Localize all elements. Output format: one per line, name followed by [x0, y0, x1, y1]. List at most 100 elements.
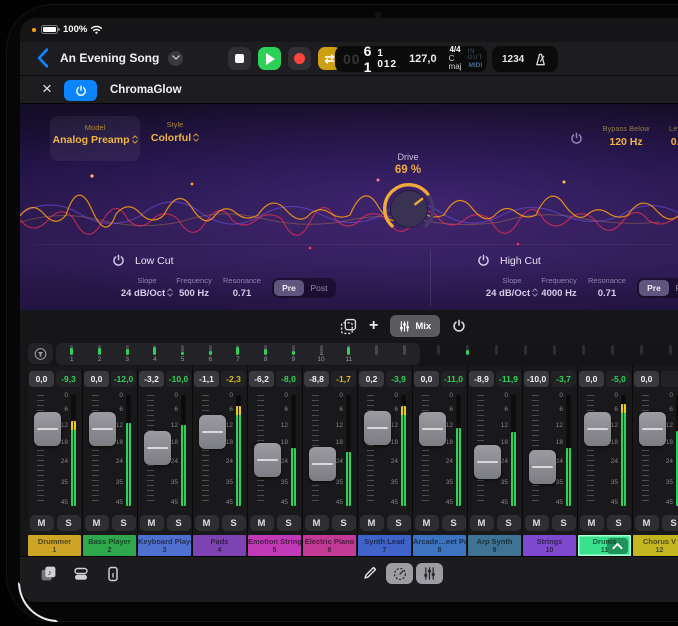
- fader-cap[interactable]: [89, 412, 116, 446]
- song-title[interactable]: An Evening Song: [60, 51, 159, 65]
- lcd-display[interactable]: 00 6 1 1 012 127,0 4/4 C maj IN OUT MIDI: [335, 46, 487, 72]
- add-track-button[interactable]: +: [369, 317, 378, 335]
- channel-volume-value[interactable]: -3,2: [139, 371, 164, 387]
- fader-cap[interactable]: [34, 412, 61, 446]
- channel-volume-value[interactable]: -8,8: [304, 371, 329, 387]
- tempo-value[interactable]: 127,0: [409, 53, 437, 65]
- channel-fader[interactable]: 06 1218 2435 45: [413, 391, 467, 512]
- track-name-tile[interactable]: Strings 10: [523, 535, 576, 556]
- track-name-tile[interactable]: Synth Lead 7: [358, 535, 411, 556]
- fader-cap[interactable]: [474, 445, 501, 479]
- solo-button[interactable]: S: [57, 515, 81, 531]
- channel-fader[interactable]: 06 1218 2435 45: [248, 391, 302, 512]
- post-button[interactable]: Post: [304, 280, 334, 296]
- high-cut-resonance[interactable]: Resonance 0.71: [579, 276, 635, 299]
- plugin-power-button[interactable]: [64, 80, 97, 101]
- duplicate-button[interactable]: [340, 318, 357, 335]
- solo-button[interactable]: S: [497, 515, 521, 531]
- post-button[interactable]: Post: [669, 280, 678, 296]
- stop-button[interactable]: [228, 47, 251, 70]
- fader-cap[interactable]: [529, 450, 556, 484]
- channel-volume-value[interactable]: 0,0: [414, 371, 439, 387]
- solo-button[interactable]: S: [332, 515, 356, 531]
- time-sig-key[interactable]: 4/4 C maj: [449, 46, 462, 72]
- fader-cap[interactable]: [309, 447, 336, 481]
- channel-fader[interactable]: 06 1218 2435 45: [28, 391, 82, 512]
- mute-button[interactable]: M: [195, 515, 219, 531]
- channel-volume-value[interactable]: -8,9: [469, 371, 494, 387]
- channel-volume-value[interactable]: -1,1: [194, 371, 219, 387]
- mute-button[interactable]: M: [525, 515, 549, 531]
- channel-volume-value[interactable]: -6,2: [249, 371, 274, 387]
- track-name-tile[interactable]: Drummer 1: [28, 535, 81, 556]
- channel-fader[interactable]: 06 1218 2435 45: [193, 391, 247, 512]
- fader-cap[interactable]: [584, 412, 611, 446]
- track-name-tile[interactable]: Electric Piano 6: [303, 535, 356, 556]
- fader-cap[interactable]: [364, 411, 391, 445]
- channel-volume-value[interactable]: 0,0: [579, 371, 604, 387]
- solo-button[interactable]: S: [112, 515, 136, 531]
- solo-button[interactable]: S: [387, 515, 411, 531]
- channel-fader[interactable]: 06 1218 2435 45: [358, 391, 412, 512]
- collapse-stack-button[interactable]: [607, 538, 628, 554]
- pre-button[interactable]: Pre: [639, 280, 669, 296]
- low-cut-resonance[interactable]: Resonance 0.71: [214, 276, 270, 299]
- solo-button[interactable]: S: [277, 515, 301, 531]
- channel-fader[interactable]: 06 1218 2435 45: [578, 391, 632, 512]
- model-selector[interactable]: Model Analog Preamp: [50, 116, 140, 161]
- level-control[interactable]: Level 0.0: [648, 124, 678, 148]
- play-surface-button[interactable]: [105, 566, 121, 582]
- count-in-button[interactable]: 1234: [502, 54, 524, 65]
- metronome-button[interactable]: [533, 52, 548, 67]
- track-name-tile[interactable]: Arcade…eet Pad 8: [413, 535, 466, 556]
- channel-fader[interactable]: 06 1218 2435 45: [303, 391, 357, 512]
- edit-pencil-button[interactable]: [362, 565, 378, 581]
- track-name-tile[interactable]: Arp Synth 9: [468, 535, 521, 556]
- fader-cap[interactable]: [199, 415, 226, 449]
- channel-volume-value[interactable]: 0,0: [29, 371, 54, 387]
- high-cut-power-icon[interactable]: [477, 254, 490, 267]
- channel-volume-value[interactable]: -10,0: [524, 371, 549, 387]
- track-name-tile[interactable]: Pads 4: [193, 535, 246, 556]
- loops-button[interactable]: [73, 566, 89, 582]
- mute-button[interactable]: M: [305, 515, 329, 531]
- style-selector[interactable]: Style Colorful: [142, 120, 208, 144]
- channel-volume-value[interactable]: 0,2: [359, 371, 384, 387]
- browser-button[interactable]: [40, 565, 57, 582]
- channel-volume-value[interactable]: 0,0: [634, 371, 659, 387]
- channel-fader[interactable]: 06 1218 2435 45: [633, 391, 678, 512]
- channel-fader[interactable]: 06 1218 2435 45: [83, 391, 137, 512]
- track-name-tile[interactable]: Emotion Strings 5: [248, 535, 301, 556]
- channel-fader[interactable]: 06 1218 2435 45: [523, 391, 577, 512]
- overview-outside[interactable]: [424, 343, 678, 365]
- solo-button[interactable]: S: [662, 515, 678, 531]
- faders-view-button[interactable]: [416, 563, 443, 584]
- mute-button[interactable]: M: [415, 515, 439, 531]
- song-menu-button[interactable]: [168, 51, 183, 66]
- drive-knob[interactable]: [378, 176, 440, 238]
- mute-button[interactable]: M: [360, 515, 384, 531]
- bypass-power-icon[interactable]: [570, 132, 583, 145]
- mute-button[interactable]: M: [250, 515, 274, 531]
- back-button[interactable]: [36, 48, 50, 68]
- mute-button[interactable]: M: [635, 515, 659, 531]
- channel-volume-value[interactable]: 0,0: [84, 371, 109, 387]
- track-name-tile[interactable]: Drums 11: [578, 535, 631, 556]
- solo-button[interactable]: S: [552, 515, 576, 531]
- solo-button[interactable]: S: [442, 515, 466, 531]
- track-name-tile[interactable]: Bass Player 2: [83, 535, 136, 556]
- track-name-tile[interactable]: Keyboard Player 3: [138, 535, 191, 556]
- mute-button[interactable]: M: [580, 515, 604, 531]
- solo-button[interactable]: S: [607, 515, 631, 531]
- solo-button[interactable]: S: [167, 515, 191, 531]
- filter-tracks-button[interactable]: [28, 343, 53, 364]
- fader-cap[interactable]: [254, 443, 281, 477]
- mute-button[interactable]: M: [140, 515, 164, 531]
- record-button[interactable]: [288, 47, 311, 70]
- fader-cap[interactable]: [419, 412, 446, 446]
- fader-cap[interactable]: [144, 431, 171, 465]
- low-cut-power-icon[interactable]: [112, 254, 125, 267]
- track-name-tile[interactable]: Chorus V 12: [633, 535, 678, 556]
- channel-fader[interactable]: 06 1218 2435 45: [468, 391, 522, 512]
- channel-fader[interactable]: 06 1218 2435 45: [138, 391, 192, 512]
